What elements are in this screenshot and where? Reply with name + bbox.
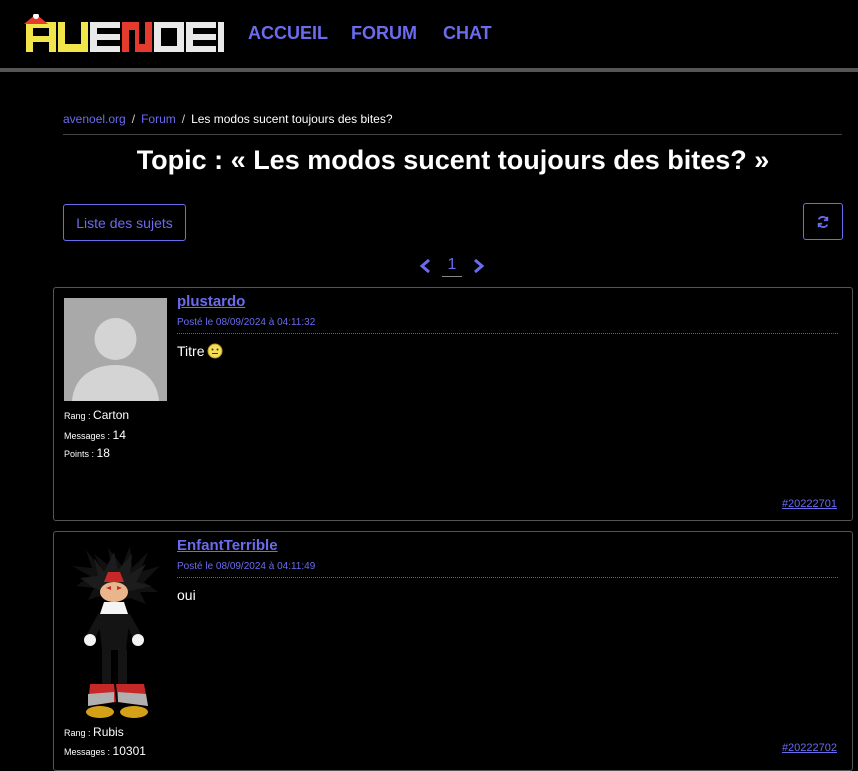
chevron-left-icon[interactable] xyxy=(418,258,432,274)
post-content: oui xyxy=(177,587,196,603)
user-rank: Rang : Rubis xyxy=(64,725,124,739)
nav-accueil[interactable]: ACCUEIL xyxy=(248,23,328,44)
breadcrumb-divider xyxy=(63,134,842,135)
header-divider xyxy=(0,68,858,72)
user-messages: Messages : 10301 xyxy=(64,744,146,758)
post-author[interactable]: EnfantTerrible xyxy=(177,537,278,554)
post-author[interactable]: plustardo xyxy=(177,293,245,310)
user-avatar[interactable] xyxy=(64,542,167,720)
post-id-link[interactable]: #20222701 xyxy=(782,498,837,510)
nav-chat[interactable]: CHAT xyxy=(443,23,492,44)
user-messages: Messages : 14 xyxy=(64,428,126,442)
forum-post: EnfantTerrible Posté le 08/09/2024 à 04:… xyxy=(53,531,853,771)
avenoel-logo[interactable] xyxy=(22,14,224,56)
user-points: Points : 18 xyxy=(64,446,110,460)
forum-post: plustardo Posté le 08/09/2024 à 04:11:32… xyxy=(53,287,853,521)
breadcrumb-current: Les modos sucent toujours des bites? xyxy=(191,112,393,126)
refresh-icon xyxy=(817,215,829,228)
site-header: ACCUEIL FORUM CHAT xyxy=(0,0,858,70)
default-avatar[interactable] xyxy=(64,298,167,401)
post-text: oui xyxy=(177,587,196,603)
pagination: 1 xyxy=(418,254,486,278)
post-text: Titre xyxy=(177,343,205,359)
user-rank: Rang : Carton xyxy=(64,408,130,422)
smiley-icon xyxy=(207,343,223,359)
breadcrumb-home[interactable]: avenoel.org xyxy=(63,112,126,126)
post-header-divider xyxy=(177,577,838,578)
subjects-list-button[interactable]: Liste des sujets xyxy=(63,204,186,241)
post-date: Posté le 08/09/2024 à 04:11:49 xyxy=(177,561,316,572)
post-id-link[interactable]: #20222702 xyxy=(782,742,837,754)
nav-forum[interactable]: FORUM xyxy=(351,23,417,44)
breadcrumb: avenoel.org / Forum / Les modos sucent toujo… xyxy=(63,112,393,126)
page-number[interactable]: 1 xyxy=(442,256,462,277)
chevron-right-icon[interactable] xyxy=(472,258,486,274)
page-title: Topic : « Les modos sucent toujours des … xyxy=(136,145,770,175)
breadcrumb-forum[interactable]: Forum xyxy=(141,112,176,126)
post-header-divider xyxy=(177,333,838,334)
post-date: Posté le 08/09/2024 à 04:11:32 xyxy=(177,317,316,328)
refresh-button[interactable] xyxy=(803,203,843,240)
post-content: Titre xyxy=(177,343,223,359)
